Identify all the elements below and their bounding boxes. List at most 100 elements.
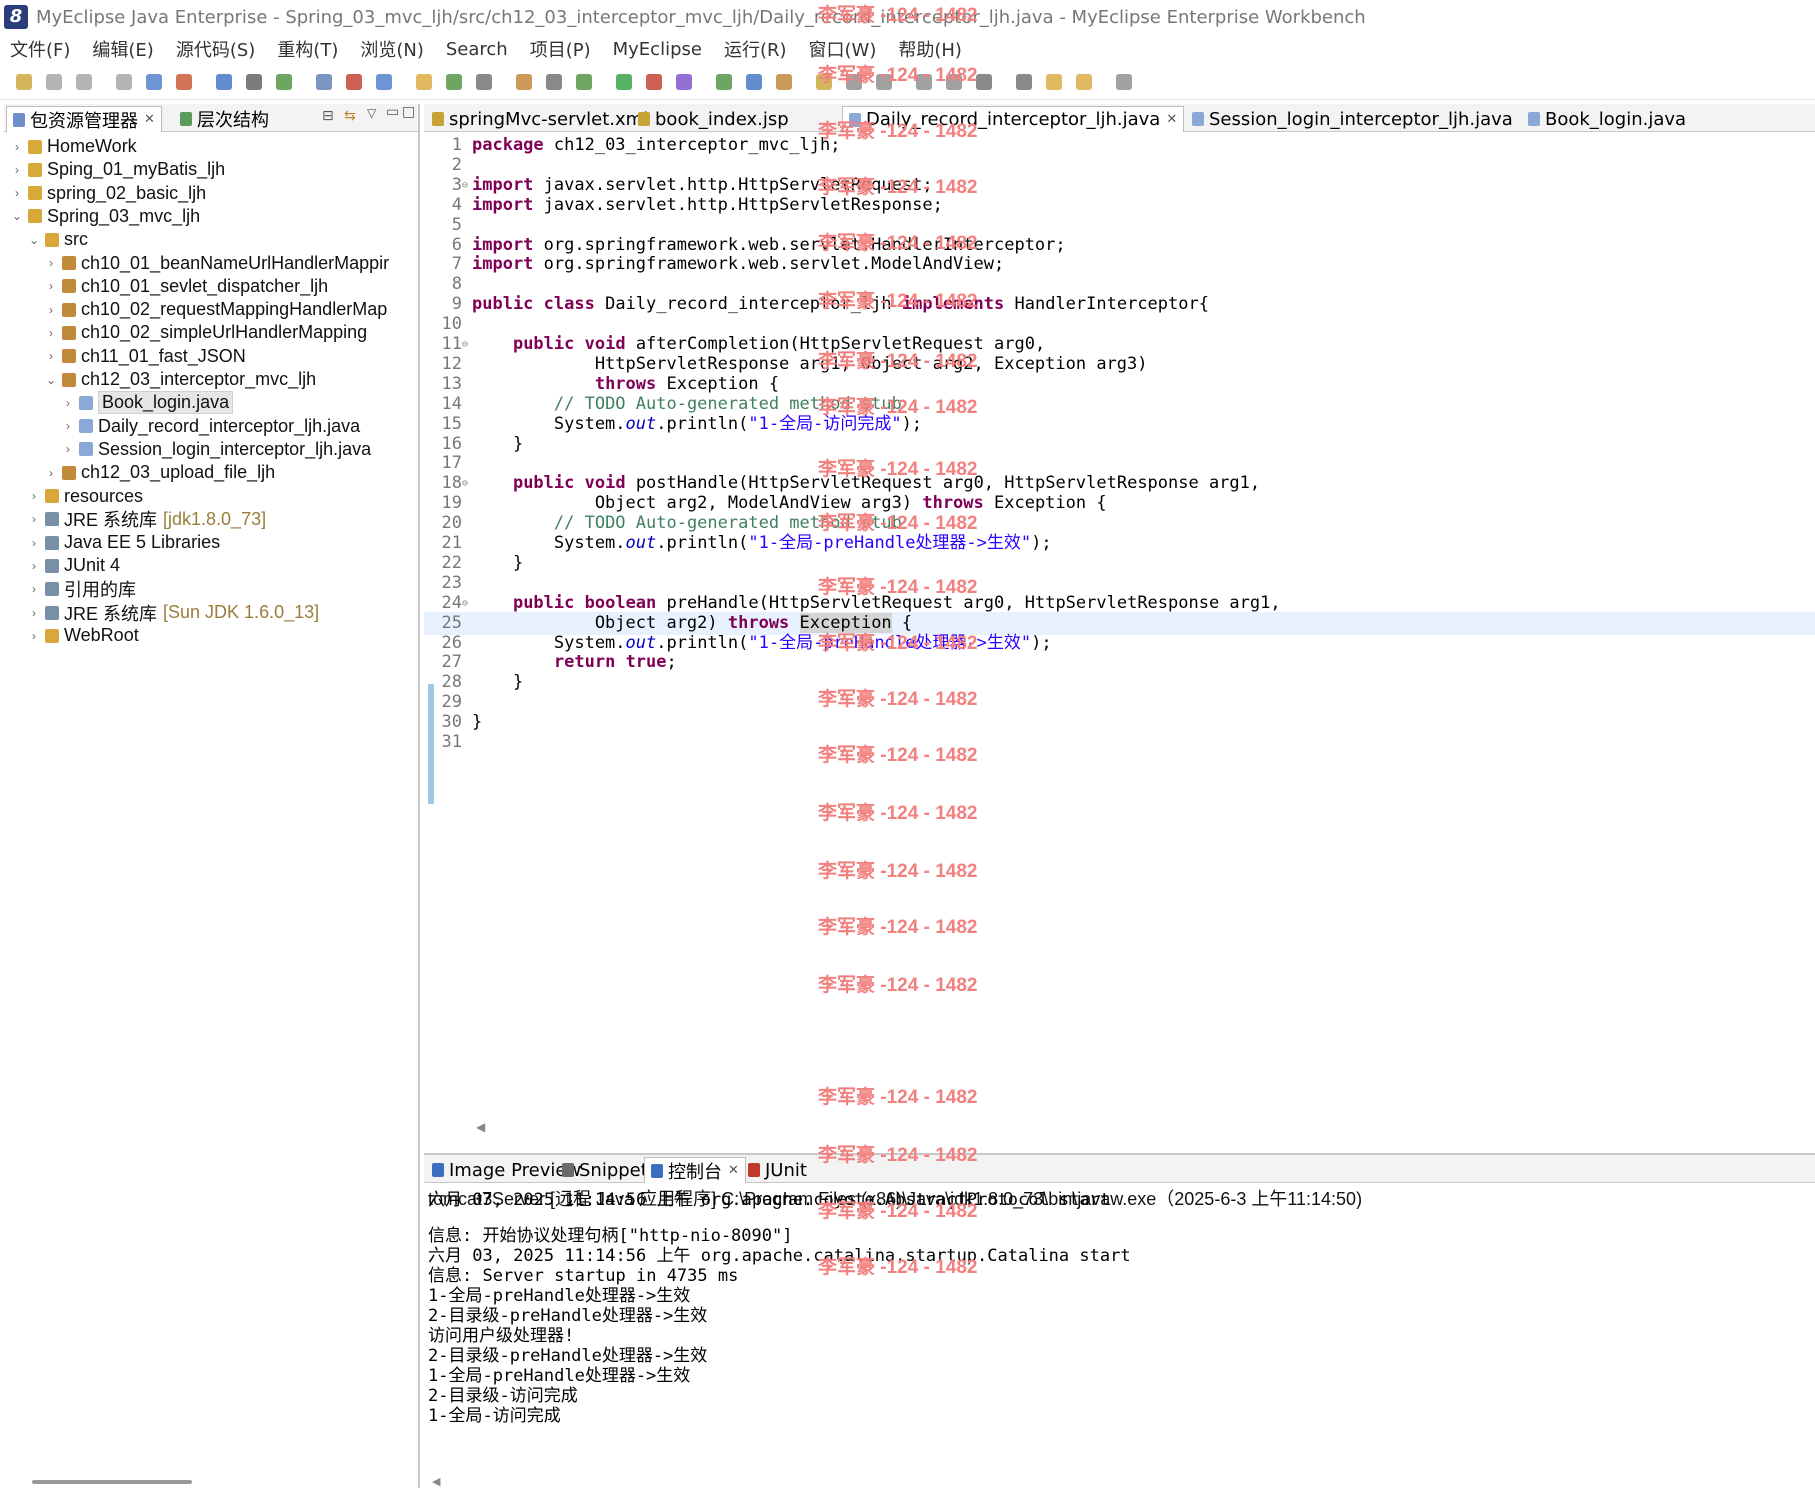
chevron-right-icon[interactable]: › [44,349,58,363]
chevron-down-icon[interactable]: ⌄ [44,373,58,387]
tree-item-extra: [jdk1.8.0_73] [163,508,267,529]
package-icon [62,256,76,270]
tab-hierarchy[interactable]: 层次结构 [174,106,275,132]
bottom-tabstrip: Image Preview Snippets 控制台 ✕ JUnit [424,1155,1815,1183]
chevron-right-icon[interactable]: › [27,606,41,620]
open-type-icon[interactable] [216,74,232,90]
menu-item-8[interactable]: 运行(R) [724,36,787,62]
chevron-right-icon[interactable]: › [44,256,58,270]
deploy-icon[interactable] [176,74,192,90]
open-task-icon[interactable] [746,74,762,90]
editor-tab-4[interactable]: Book_login.java [1522,106,1692,132]
editor-tab-label: Session_login_interceptor_ljh.java [1209,108,1513,130]
menu-item-9[interactable]: 窗口(W) [809,36,877,62]
collapse-all-icon[interactable]: ⊟ [322,108,334,124]
watermark-text: 李军豪 -124 - 1482 [818,1087,978,1108]
tab-package-explorer[interactable]: 包资源管理器 ✕ [6,106,162,132]
new-class-icon[interactable] [476,74,492,90]
chevron-right-icon[interactable]: › [27,536,41,550]
chevron-right-icon[interactable]: › [27,512,41,526]
close-icon[interactable]: ✕ [728,1163,739,1178]
menu-item-7[interactable]: MyEclipse [613,39,702,60]
coverage-icon[interactable] [716,74,732,90]
menu-item-2[interactable]: 源代码(S) [176,36,255,62]
chevron-right-icon[interactable]: › [61,419,75,433]
chevron-right-icon[interactable]: › [10,186,24,200]
project-icon [28,209,42,224]
close-icon[interactable]: ✕ [144,112,155,127]
close-icon[interactable]: ✕ [1166,112,1177,127]
pin-icon[interactable] [1116,74,1132,90]
watermark-text: 李军豪 -124 - 1482 [818,291,978,312]
save-all-icon[interactable] [76,74,92,90]
menu-item-1[interactable]: 编辑(E) [92,36,153,62]
chevron-right-icon[interactable]: › [10,140,24,154]
back-icon[interactable] [1046,74,1062,90]
chevron-right-icon[interactable]: › [27,582,41,596]
tree-item[interactable]: › WebRoot [27,622,139,649]
forward-icon[interactable] [1076,74,1092,90]
external-tools-icon[interactable] [676,74,692,90]
menu-item-3[interactable]: 重构(T) [277,36,338,62]
prev-annotation-icon[interactable] [1016,74,1032,90]
watermark-text: 李军豪 -124 - 1482 [818,689,978,710]
project-icon [45,489,59,503]
print-icon[interactable] [116,74,132,90]
tree-item-label: ch12_03_interceptor_mvc_ljh [81,369,317,389]
bottom-tab-2[interactable]: 控制台 ✕ [644,1157,746,1183]
watermark-text: 李军豪 -124 - 1482 [818,1145,978,1166]
chevron-right-icon[interactable]: › [44,279,58,293]
chevron-right-icon[interactable]: › [10,163,24,177]
profile-icon[interactable] [646,74,662,90]
scroll-left-icon[interactable]: ◀ [476,1120,485,1134]
new-server-icon[interactable] [276,74,292,90]
editor-tab-0[interactable]: springMvc-servlet.xml [426,106,654,132]
server-icon[interactable] [246,74,262,90]
bottom-tab-3[interactable]: JUnit [742,1157,813,1183]
minimize-icon[interactable]: ▭ [386,104,399,120]
link-editor-icon[interactable]: ⇆ [344,108,356,124]
chevron-right-icon[interactable]: › [61,396,75,410]
run-server-icon[interactable] [316,74,332,90]
console-scroll-left-icon[interactable]: ◀ [432,1475,440,1488]
editor-tab-1[interactable]: book_index.jsp [632,106,795,132]
new-project-icon[interactable] [146,74,162,90]
next-annotation-icon[interactable] [976,74,992,90]
watermark-text: 李军豪 -124 - 1482 [818,745,978,766]
editor-tab-3[interactable]: Session_login_interceptor_ljh.java [1186,106,1519,132]
chevron-down-icon[interactable]: ⌄ [10,209,24,223]
new-package-icon[interactable] [446,74,462,90]
console-icon[interactable] [546,74,562,90]
build-icon[interactable] [516,74,532,90]
editor-horizontal-scrollbar[interactable]: ◀ [424,1120,1815,1138]
stop-server-icon[interactable] [346,74,362,90]
file-icon [638,112,650,126]
web-browser-icon[interactable] [376,74,392,90]
package-icon [62,372,76,387]
search-icon[interactable] [776,74,792,90]
view-menu-icon[interactable]: ▽ [367,106,376,120]
menu-item-6[interactable]: 项目(P) [530,36,591,62]
chevron-right-icon[interactable]: › [27,629,41,643]
chevron-right-icon[interactable]: › [44,303,58,317]
maximize-icon[interactable]: □ [402,104,415,120]
chevron-right-icon[interactable]: › [61,442,75,456]
save-icon[interactable] [46,74,62,90]
chevron-right-icon[interactable]: › [27,559,41,573]
chevron-down-icon[interactable]: ⌄ [27,233,41,247]
code-line[interactable]: 31 [424,731,1815,754]
project-icon [45,605,59,620]
new-icon[interactable] [16,74,32,90]
menu-item-10[interactable]: 帮助(H) [898,36,962,62]
run-icon[interactable] [616,74,632,90]
debug-icon[interactable] [576,74,592,90]
bottom-tab-label: 控制台 [668,1161,722,1183]
open-folder-icon[interactable] [416,74,432,90]
chevron-right-icon[interactable]: › [44,466,58,480]
chevron-right-icon[interactable]: › [27,489,41,503]
menu-item-5[interactable]: Search [446,39,508,60]
menu-item-0[interactable]: 文件(F) [10,36,70,62]
menu-item-4[interactable]: 浏览(N) [360,36,424,62]
chevron-right-icon[interactable]: › [44,326,58,340]
tree-horizontal-scrollbar[interactable] [32,1480,192,1484]
